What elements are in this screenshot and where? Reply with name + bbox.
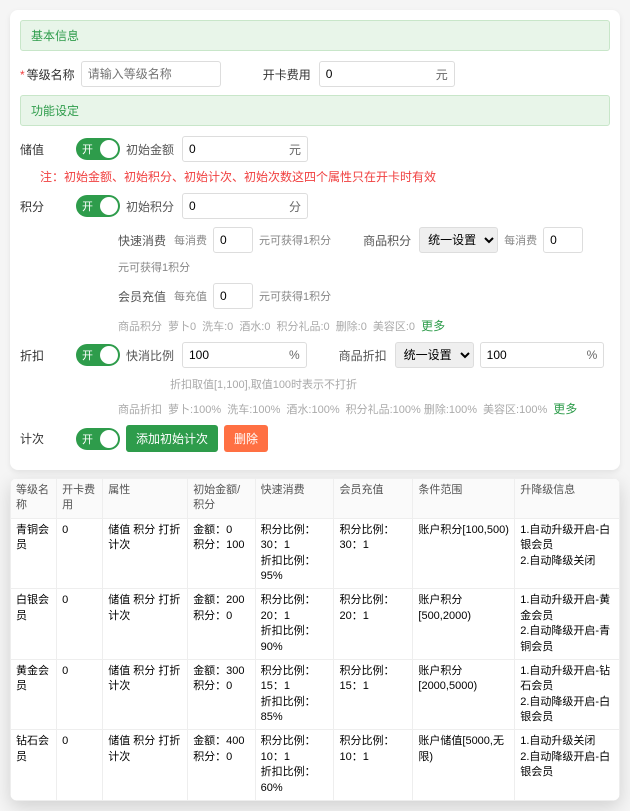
fast-consume-label: 快速消费 [118,232,168,249]
table-cell: 积分比例：20：1 [334,589,413,660]
table-header: 升降级信息 [515,479,620,519]
table-cell: 0 [57,659,103,730]
table-cell: 储值 积分 打折 计次 [103,659,188,730]
prod-discount-input[interactable] [481,343,581,367]
table-header: 等级名称 [11,479,57,519]
gray-points-0: 萝卜0 [168,318,196,334]
table-cell: 积分比例：30：1 [334,518,413,589]
table-cell: 0 [57,518,103,589]
gray-discount-1: 洗车:100% [227,401,280,417]
discount-toggle[interactable]: 开 [76,344,120,366]
table-cell: 0 [57,730,103,801]
add-count-button[interactable]: 添加初始计次 [126,425,218,452]
init-points-label: 初始积分 [126,198,176,215]
table-cell: 1.自动升级关闭2.自动降级开启-白银会员 [515,730,620,801]
prod-discount-label: 商品折扣 [339,347,389,364]
prod-discount-select[interactable]: 统一设置 [395,342,474,368]
table-row: 白银会员0储值 积分 打折 计次金额：200积分：0积分比例：20：1折扣比例：… [11,589,620,660]
init-amount-label: 初始金额 [126,141,176,158]
table-header: 会员充值 [334,479,413,519]
table-row: 钻石会员0储值 积分 打折 计次金额：400积分：0积分比例：10：1折扣比例：… [11,730,620,801]
prod-points-select[interactable]: 统一设置 [419,227,498,253]
init-points-input[interactable] [183,194,283,218]
table-cell: 账户积分[500,2000) [413,589,515,660]
gray-points-1: 洗车:0 [202,318,233,334]
table-row: 青铜会员0储值 积分 打折 计次金额：0积分：100积分比例：30：1折扣比例：… [11,518,620,589]
gray-discount-0: 萝卜:100% [168,401,221,417]
discount-ratio-label: 快消比例 [126,347,176,364]
gray-discount-label: 商品折扣 [118,401,162,417]
table-cell: 账户储值[5000,无限) [413,730,515,801]
table-cell: 1.自动升级开启-黄金会员2.自动降级开启-青铜会员 [515,589,620,660]
table-cell: 储值 积分 打折 计次 [103,518,188,589]
table-cell: 金额：400积分：0 [188,730,255,801]
func-section-header: 功能设定 [20,95,610,126]
init-amount-input[interactable] [183,137,283,161]
table-header: 属性 [103,479,188,519]
prod-points-input[interactable] [543,227,583,253]
points-label: 积分 [20,198,70,215]
table-cell: 积分比例：15：1 [334,659,413,730]
table-cell: 金额：200积分：0 [188,589,255,660]
discount-ratio-input[interactable] [183,343,283,367]
count-label: 计次 [20,430,70,447]
table-cell: 储值 积分 打折 计次 [103,730,188,801]
table-cell: 金额：0积分：100 [188,518,255,589]
gray-points-label: 商品积分 [118,318,162,334]
recharge-toggle[interactable]: 开 [76,138,120,160]
basic-section-header: 基本信息 [20,20,610,51]
level-name-input[interactable] [81,61,221,87]
gray-points-more[interactable]: 更多 [421,317,445,334]
table-cell: 积分比例：20：1折扣比例：90% [255,589,334,660]
note-text: 注：初始金额、初始积分、初始计次、初始次数这四个属性只在开卡时有效 [40,168,436,185]
table-cell: 积分比例：30：1折扣比例：95% [255,518,334,589]
table-cell: 积分比例：15：1折扣比例：85% [255,659,334,730]
delete-button[interactable]: 删除 [224,425,268,452]
card-fee-input-wrap: 元 [319,61,455,87]
table-header: 条件范围 [413,479,515,519]
recharge-label: 储值 [20,141,70,158]
table-row: 黄金会员0储值 积分 打折 计次金额：300积分：0积分比例：15：1折扣比例：… [11,659,620,730]
level-table: 等级名称开卡费用属性初始金额/积分快速消费会员充值条件范围升降级信息 青铜会员0… [10,478,620,801]
table-cell: 积分比例：10：1 [334,730,413,801]
count-toggle[interactable]: 开 [76,428,120,450]
level-name-label: 等级名称 [20,66,75,83]
table-cell: 账户积分[100,500) [413,518,515,589]
table-cell: 储值 积分 打折 计次 [103,589,188,660]
table-header: 快速消费 [255,479,334,519]
table-header: 初始金额/积分 [188,479,255,519]
gray-points-3: 积分礼品:0 [277,318,330,334]
discount-hint: 折扣取值[1,100],取值100时表示不打折 [170,376,357,392]
member-recharge-input[interactable] [213,283,253,309]
gray-discount-more[interactable]: 更多 [553,400,577,417]
table-cell: 白银会员 [11,589,57,660]
card-fee-input[interactable] [320,62,430,86]
gray-points-5: 美容区:0 [373,318,415,334]
member-recharge-label: 会员充值 [118,288,168,305]
gray-points-4: 删除:0 [336,318,367,334]
table-cell: 黄金会员 [11,659,57,730]
gray-points-2: 酒水:0 [239,318,270,334]
points-toggle[interactable]: 开 [76,195,120,217]
table-cell: 0 [57,589,103,660]
gray-discount-2: 酒水:100% [286,401,339,417]
table-cell: 积分比例：10：1折扣比例：60% [255,730,334,801]
card-fee-unit: 元 [430,66,454,83]
table-cell: 账户积分[2000,5000) [413,659,515,730]
card-fee-label: 开卡费用 [263,66,313,83]
prod-points-label: 商品积分 [363,232,413,249]
table-cell: 1.自动升级开启-钻石会员2.自动降级开启-白银会员 [515,659,620,730]
table-cell: 钻石会员 [11,730,57,801]
table-cell: 1.自动升级开启-白银会员2.自动降级关闭 [515,518,620,589]
fast-consume-input[interactable] [213,227,253,253]
gray-discount-4: 美容区:100% [483,401,547,417]
gray-discount-3: 积分礼品:100% 删除:100% [346,401,477,417]
table-header: 开卡费用 [57,479,103,519]
table-cell: 金额：300积分：0 [188,659,255,730]
table-cell: 青铜会员 [11,518,57,589]
discount-label: 折扣 [20,347,70,364]
